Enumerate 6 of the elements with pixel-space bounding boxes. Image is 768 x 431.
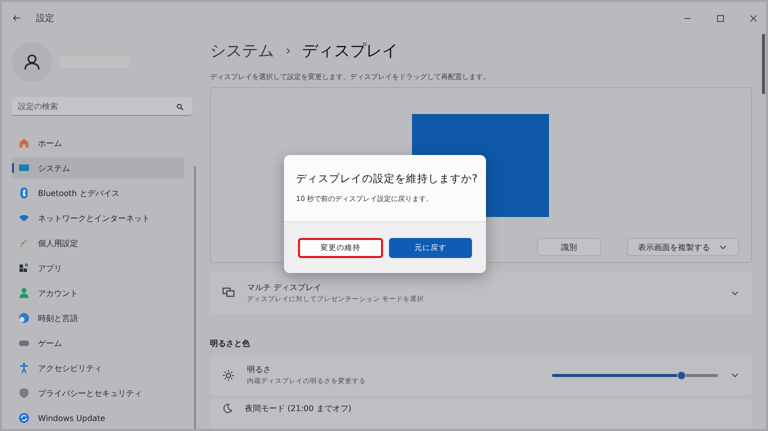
- window-title: 設定: [36, 12, 54, 24]
- breadcrumb-item: ディスプレイ: [302, 40, 398, 62]
- card-title: マルチ ディスプレイ: [247, 282, 323, 292]
- card-title: 夜間モード (21:00 までオフ): [245, 403, 352, 414]
- card-title: 明るさ: [247, 364, 272, 375]
- section-heading: 明るさと色: [210, 338, 251, 349]
